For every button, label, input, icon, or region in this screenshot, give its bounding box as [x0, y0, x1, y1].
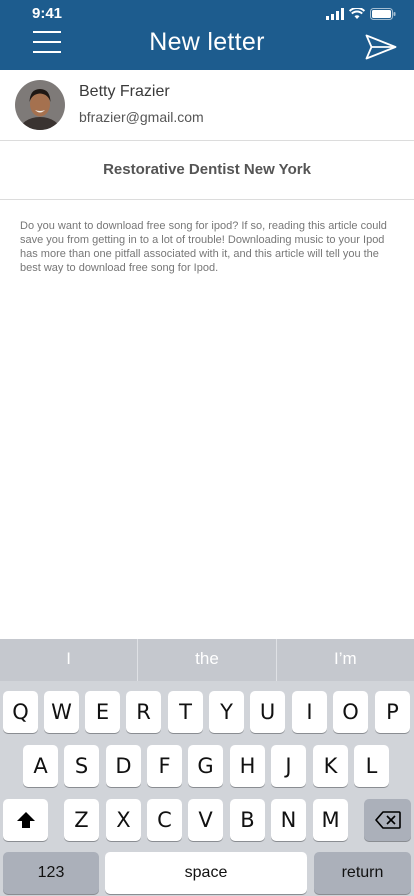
suggestion-bar: I the I’m — [0, 639, 414, 681]
key-m[interactable]: M — [313, 799, 348, 841]
key-q[interactable]: Q — [3, 691, 38, 733]
key-r[interactable]: R — [126, 691, 161, 733]
status-time: 9:41 — [32, 5, 63, 22]
key-x[interactable]: X — [106, 799, 141, 841]
key-o[interactable]: O — [333, 691, 368, 733]
key-a[interactable]: A — [23, 745, 58, 787]
subject-field[interactable]: Restorative Dentist New York — [0, 141, 414, 200]
sender-name: Betty Frazier — [79, 83, 170, 100]
key-g[interactable]: G — [188, 745, 223, 787]
suggestion-3[interactable]: I’m — [277, 639, 414, 681]
suggestion-1[interactable]: I — [0, 639, 139, 681]
key-y[interactable]: Y — [209, 691, 244, 733]
key-k[interactable]: K — [313, 745, 348, 787]
status-icons — [326, 8, 396, 20]
keyboard: I the I’m Q W E R T Y U I O P A S D F G … — [0, 639, 414, 896]
key-s[interactable]: S — [64, 745, 99, 787]
key-z[interactable]: Z — [64, 799, 99, 841]
sender-email: bfrazier@gmail.com — [79, 109, 204, 125]
key-h[interactable]: H — [230, 745, 265, 787]
page-title: New letter — [149, 28, 265, 56]
key-t[interactable]: T — [168, 691, 203, 733]
backspace-key[interactable] — [364, 799, 411, 841]
key-f[interactable]: F — [147, 745, 182, 787]
avatar — [15, 80, 65, 130]
suggestion-2[interactable]: the — [138, 639, 277, 681]
message-body[interactable]: Do you want to download free song for ip… — [20, 219, 395, 275]
space-key[interactable]: space — [105, 852, 307, 894]
return-key[interactable]: return — [314, 852, 411, 894]
key-i[interactable]: I — [292, 691, 327, 733]
key-w[interactable]: W — [44, 691, 79, 733]
key-n[interactable]: N — [271, 799, 306, 841]
signal-icon — [326, 8, 344, 20]
app-header: 9:41 New letter — [0, 0, 414, 70]
key-v[interactable]: V — [188, 799, 223, 841]
key-e[interactable]: E — [85, 691, 120, 733]
shift-icon — [16, 812, 35, 828]
key-j[interactable]: J — [271, 745, 306, 787]
key-d[interactable]: D — [106, 745, 141, 787]
numbers-key[interactable]: 123 — [3, 852, 99, 894]
key-b[interactable]: B — [230, 799, 265, 841]
key-c[interactable]: C — [147, 799, 182, 841]
key-l[interactable]: L — [354, 745, 389, 787]
battery-icon — [370, 8, 396, 20]
backspace-icon — [374, 811, 401, 829]
shift-key[interactable] — [3, 799, 48, 841]
send-icon[interactable] — [365, 34, 397, 60]
wifi-icon — [349, 8, 365, 19]
key-p[interactable]: P — [375, 691, 410, 733]
sender-row[interactable]: Betty Frazier bfrazier@gmail.com — [0, 70, 414, 141]
key-u[interactable]: U — [250, 691, 285, 733]
